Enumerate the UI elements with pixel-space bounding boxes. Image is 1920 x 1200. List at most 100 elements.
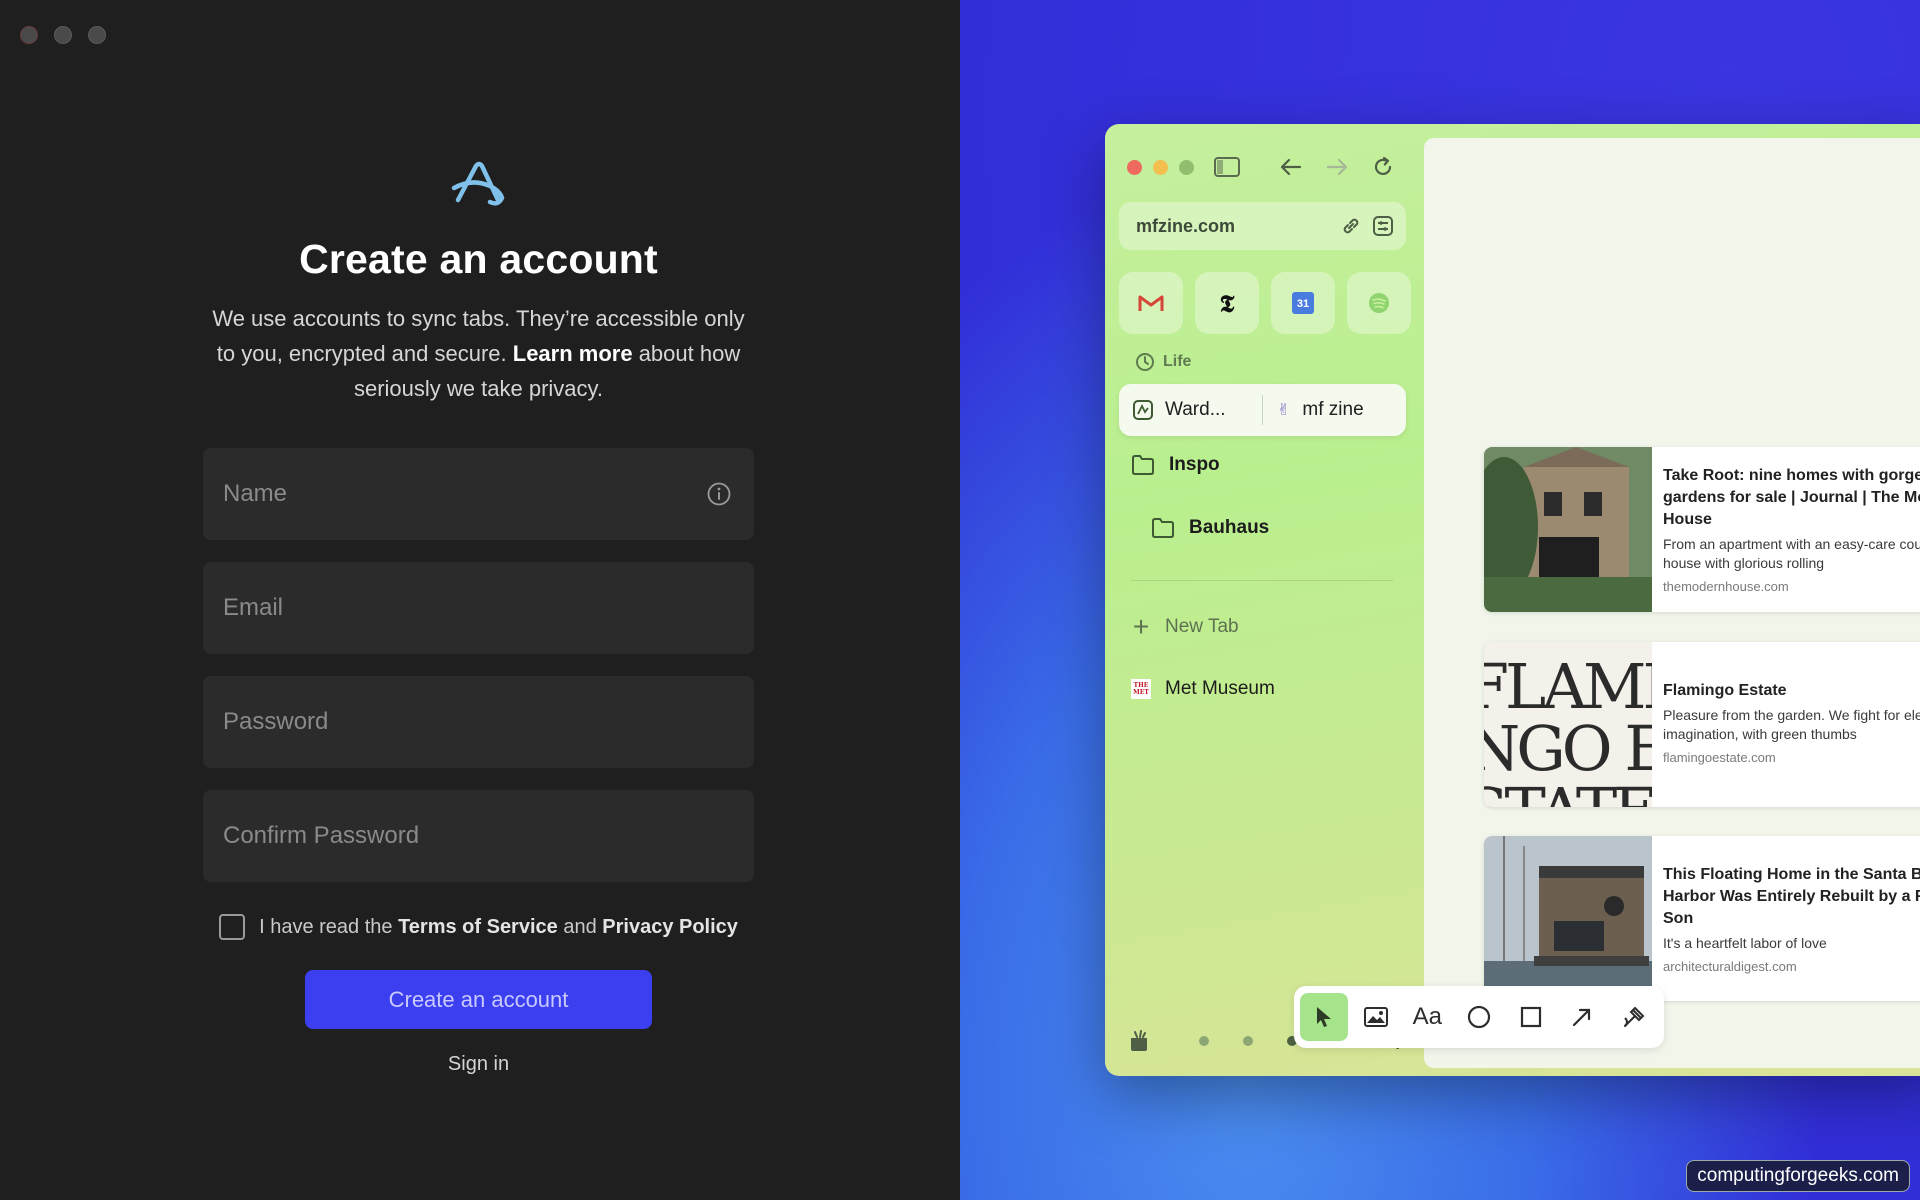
terms-checkbox[interactable] bbox=[219, 914, 246, 940]
card-source: flamingoestate.com bbox=[1663, 750, 1776, 765]
password-input[interactable] bbox=[223, 708, 754, 736]
nytimes-glyph: 𝕿 bbox=[1219, 288, 1235, 318]
url-text: mfzine.com bbox=[1136, 215, 1236, 236]
browser-preview: mfzine.com 𝕿 31 Life Ward... ✌ mf zine I… bbox=[1105, 124, 1920, 1076]
browser-window-controls bbox=[1127, 160, 1194, 175]
email-input[interactable] bbox=[223, 594, 754, 622]
site-settings-icon[interactable] bbox=[1372, 215, 1394, 237]
sidebar-divider bbox=[1131, 580, 1393, 581]
link-card[interactable]: This Floating Home in the Santa Barbara … bbox=[1484, 836, 1920, 1001]
minimize-window-button[interactable] bbox=[54, 26, 72, 44]
terms-prefix: I have read the bbox=[259, 915, 399, 938]
card-thumbnail-house bbox=[1484, 447, 1652, 612]
signup-subtitle: We use accounts to sync tabs. They’re ac… bbox=[203, 301, 754, 406]
name-field[interactable] bbox=[203, 448, 754, 540]
new-tab-label: New Tab bbox=[1165, 616, 1239, 637]
peace-hand-icon: ✌ bbox=[1277, 402, 1291, 419]
nytimes-icon[interactable]: 𝕿 bbox=[1195, 272, 1259, 334]
text-tool-icon[interactable]: Aa bbox=[1403, 993, 1451, 1041]
app-root: Create an account We use accounts to syn… bbox=[0, 0, 1920, 1200]
calendar-icon[interactable]: 31 bbox=[1271, 272, 1335, 334]
page-title: Create an account bbox=[299, 236, 658, 282]
forward-arrow-icon[interactable] bbox=[1322, 152, 1352, 182]
folder-icon bbox=[1152, 518, 1174, 538]
password-field[interactable] bbox=[203, 676, 754, 768]
card-thumbnail-flamingo: FLAMINGO ESTATE bbox=[1484, 642, 1652, 807]
pen-tool-icon[interactable] bbox=[1610, 993, 1658, 1041]
zoom-window-button[interactable] bbox=[88, 26, 106, 44]
signup-pane: Create an account We use accounts to syn… bbox=[0, 0, 960, 1200]
create-account-button[interactable]: Create an account bbox=[305, 970, 652, 1029]
signup-form: Create an account We use accounts to syn… bbox=[203, 160, 754, 1076]
confirm-password-field[interactable] bbox=[203, 790, 754, 882]
new-tab-button[interactable]: + New Tab bbox=[1131, 611, 1239, 642]
pinned-favorites: 𝕿 31 bbox=[1119, 272, 1411, 334]
folder-bauhaus[interactable]: Bauhaus bbox=[1151, 517, 1269, 539]
privacy-policy-link[interactable]: Privacy Policy bbox=[602, 916, 738, 939]
folder-bauhaus-label: Bauhaus bbox=[1189, 517, 1270, 538]
folder-inspo[interactable]: Inspo bbox=[1131, 454, 1220, 476]
card-description: Pleasure from the garden. We fight for e… bbox=[1663, 707, 1920, 742]
reload-icon[interactable] bbox=[1368, 152, 1398, 182]
split-tab-right-label: mf zine bbox=[1302, 399, 1364, 420]
easel-toolbar: Aa bbox=[1294, 986, 1664, 1048]
image-tool-icon[interactable] bbox=[1352, 993, 1400, 1041]
wardrobe-favicon-icon bbox=[1133, 400, 1153, 420]
browser-zoom-dot bbox=[1179, 160, 1194, 175]
arrow-tool-icon[interactable] bbox=[1559, 993, 1607, 1041]
sidebar-toggle-icon[interactable] bbox=[1212, 152, 1242, 182]
url-bar[interactable]: mfzine.com bbox=[1119, 202, 1406, 250]
split-tab-left[interactable]: Ward... bbox=[1119, 399, 1262, 421]
spotify-icon[interactable] bbox=[1347, 272, 1411, 334]
card-text: This Floating Home in the Santa Barbara … bbox=[1652, 836, 1920, 1001]
card-source: themodernhouse.com bbox=[1663, 579, 1789, 594]
card-text: Flamingo Estate Pleasure from the garden… bbox=[1652, 642, 1920, 807]
split-tab-right[interactable]: ✌ mf zine bbox=[1263, 399, 1406, 421]
card-description: It's a heartfelt labor of love bbox=[1663, 935, 1827, 951]
sign-in-link[interactable]: Sign in bbox=[203, 1053, 754, 1076]
split-view-tab[interactable]: Ward... ✌ mf zine bbox=[1119, 384, 1406, 436]
tab-met-museum[interactable]: THE MET Met Museum bbox=[1131, 678, 1275, 700]
terms-row: I have read the Terms of Service and Pri… bbox=[203, 914, 754, 940]
card-thumbnail-floating-home bbox=[1484, 836, 1652, 1001]
card-title: Flamingo Estate bbox=[1663, 682, 1787, 699]
easel-canvas[interactable]: Take Root: nine homes with gorgeous gard… bbox=[1424, 138, 1920, 1068]
copy-link-icon[interactable] bbox=[1340, 215, 1362, 237]
cursor-tool-icon[interactable] bbox=[1300, 993, 1348, 1041]
space-dot[interactable] bbox=[1243, 1036, 1253, 1046]
info-icon[interactable] bbox=[706, 481, 732, 507]
email-field[interactable] bbox=[203, 562, 754, 654]
calendar-day: 31 bbox=[1292, 292, 1314, 314]
learn-more-link[interactable]: Learn more bbox=[513, 341, 633, 366]
terms-of-service-link[interactable]: Terms of Service bbox=[398, 916, 558, 939]
link-card[interactable]: FLAMINGO ESTATE Flamingo Estate Pleasure… bbox=[1484, 642, 1920, 807]
name-input[interactable] bbox=[223, 480, 754, 508]
card-source: architecturaldigest.com bbox=[1663, 959, 1797, 974]
arc-logo-icon bbox=[451, 161, 504, 206]
close-window-button[interactable] bbox=[20, 26, 38, 44]
back-arrow-icon[interactable] bbox=[1276, 152, 1306, 182]
folder-inspo-label: Inspo bbox=[1169, 454, 1220, 475]
watermark-badge: computingforgeeks.com bbox=[1686, 1160, 1910, 1192]
square-tool-icon[interactable] bbox=[1507, 993, 1555, 1041]
flamingo-wordmark: FLAMINGO ESTATE bbox=[1484, 650, 1652, 808]
confirm-password-input[interactable] bbox=[223, 822, 754, 850]
space-indicators bbox=[1199, 1036, 1297, 1046]
met-museum-label: Met Museum bbox=[1165, 678, 1275, 699]
browser-minimize-dot bbox=[1153, 160, 1168, 175]
space-dot[interactable] bbox=[1199, 1036, 1209, 1046]
circle-tool-icon[interactable] bbox=[1455, 993, 1503, 1041]
split-tab-left-label: Ward... bbox=[1165, 399, 1226, 420]
form-fields bbox=[203, 448, 754, 882]
plus-icon: + bbox=[1132, 611, 1150, 642]
preview-pane: mfzine.com 𝕿 31 Life Ward... ✌ mf zine I… bbox=[960, 0, 1920, 1200]
browser-close-dot bbox=[1127, 160, 1142, 175]
space-label: Life bbox=[1135, 352, 1191, 372]
link-card[interactable]: Take Root: nine homes with gorgeous gard… bbox=[1484, 447, 1920, 612]
browser-nav-controls bbox=[1212, 152, 1398, 182]
space-name: Life bbox=[1163, 353, 1192, 370]
gmail-icon[interactable] bbox=[1119, 272, 1183, 334]
library-icon[interactable] bbox=[1127, 1029, 1151, 1053]
folder-icon bbox=[1132, 455, 1154, 475]
card-title: This Floating Home in the Santa Barbara … bbox=[1663, 866, 1920, 927]
